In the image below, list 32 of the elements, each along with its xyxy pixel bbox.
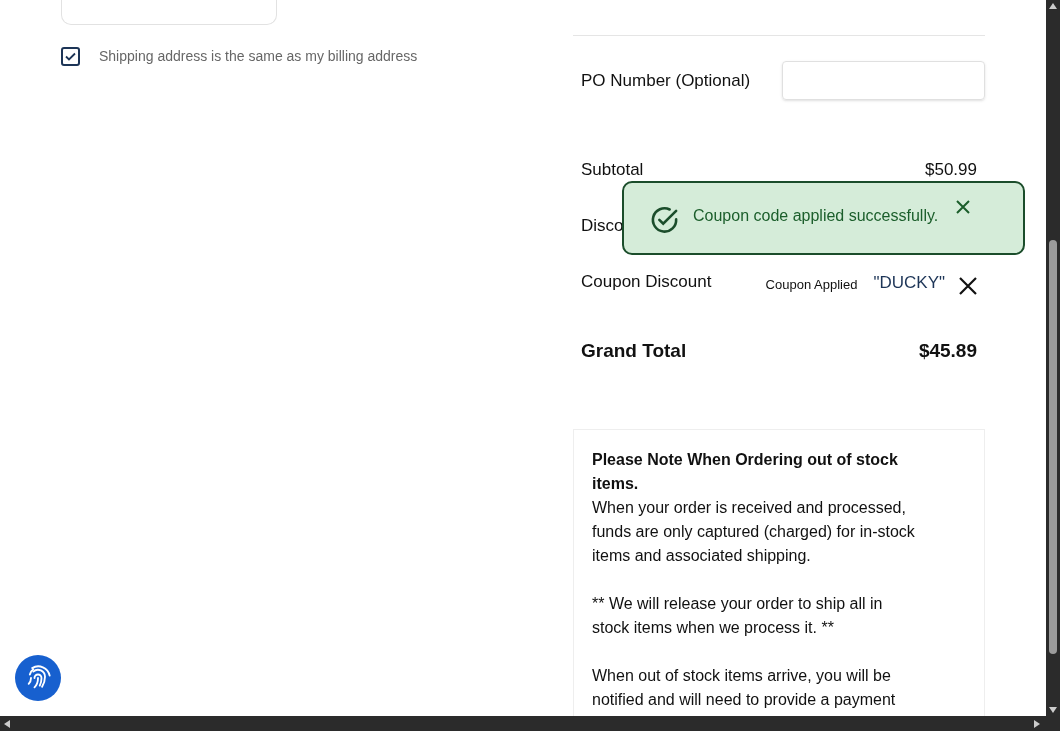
coupon-status: Coupon Applied — [765, 276, 858, 294]
note-text: When your order is received and processed, funds are only captured (charged) for in-stock items and associated shipping. — [592, 497, 916, 566]
summary-label: Coupon Discount — [581, 271, 712, 293]
close-icon — [956, 200, 971, 214]
remove-coupon-button[interactable] — [959, 276, 977, 295]
scroll-up-icon — [1049, 3, 1057, 9]
scroll-right-icon — [1034, 719, 1040, 728]
note-text: ** We will release your order to ship all in stock items when we process it. ** — [592, 593, 884, 638]
toast-message: Coupon code applied successfully. — [693, 206, 939, 226]
close-icon — [959, 276, 977, 295]
fingerprint-button[interactable] — [15, 655, 61, 701]
scroll-down-icon — [1049, 707, 1057, 713]
note-text: When out of stock items arrive, you will be notified and will need to provide a payment — [592, 665, 897, 710]
summary-value: $50.99 — [925, 159, 977, 181]
close-button[interactable] — [956, 200, 971, 214]
scroll-left-icon — [4, 719, 10, 728]
checkbox-label: Shipping address is the same as my billing address — [99, 47, 418, 66]
check-circle-icon — [649, 205, 680, 236]
grand-total-label: Grand Total — [581, 339, 687, 363]
coupon-code: "DUCKY" — [873, 272, 945, 294]
vertical-scrollbar[interactable] — [1046, 0, 1060, 716]
checkmark-icon — [65, 52, 76, 61]
po-number-field[interactable] — [782, 61, 985, 100]
input-field[interactable] — [61, 0, 277, 25]
scrollbar-thumb[interactable] — [1049, 240, 1057, 654]
summary-label: Disco — [581, 215, 624, 237]
po-number-label: PO Number (Optional) — [581, 69, 751, 92]
horizontal-scrollbar[interactable] — [0, 716, 1060, 731]
grand-total-value: $45.89 — [918, 339, 977, 363]
checkbox[interactable] — [61, 47, 80, 66]
summary-label: Subtotal — [581, 159, 644, 181]
note-title: Please Note When Ordering out of stock items. — [592, 449, 899, 494]
